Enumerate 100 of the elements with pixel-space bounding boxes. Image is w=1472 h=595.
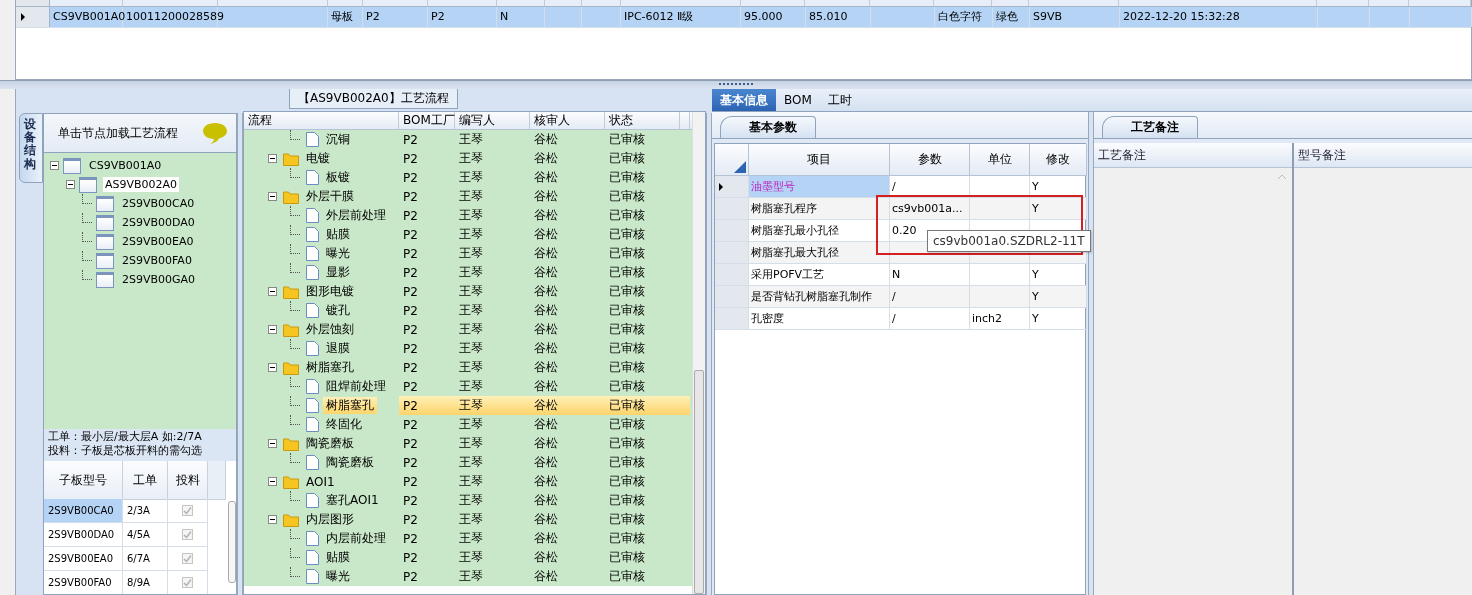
node-label[interactable]: 2S9VB00EA0	[120, 234, 196, 249]
column-header[interactable]: 项目	[749, 144, 890, 176]
node-label[interactable]: CS9VB001A0	[87, 158, 164, 173]
table-row[interactable]: 显影 P2 王琴 谷松 已审核	[244, 263, 692, 282]
table-row[interactable]: 图形电镀 P2 王琴 谷松 已审核	[244, 282, 692, 301]
table-row[interactable]: 树脂塞孔 P2 王琴 谷松 已审核	[244, 358, 692, 377]
splitter[interactable]	[237, 113, 243, 595]
tab[interactable]: 基本信息	[712, 89, 776, 111]
table-cell: 已审核	[609, 340, 645, 357]
column-header[interactable]: 工艺备注	[1094, 143, 1292, 168]
row-header[interactable]	[715, 176, 749, 198]
collapse-icon[interactable]	[268, 439, 277, 448]
table-cell: 谷松	[534, 283, 558, 300]
table-row[interactable]: 阻焊前处理 P2 王琴 谷松 已审核	[244, 377, 692, 396]
table-cell[interactable]: 树脂塞孔程序	[749, 198, 890, 220]
table-row[interactable]: 外层蚀刻 P2 王琴 谷松 已审核	[244, 320, 692, 339]
checkbox[interactable]	[182, 577, 193, 588]
column-header[interactable]: 编写人	[455, 112, 530, 129]
node-label[interactable]: 2S9VB00FA0	[120, 253, 194, 268]
splitter-grip-icon[interactable]	[719, 83, 753, 87]
table-cell: P2	[403, 474, 418, 489]
column-header[interactable]: 单位	[970, 144, 1030, 176]
collapse-icon[interactable]	[268, 477, 277, 486]
table-cell[interactable]: 是否背钻孔树脂塞孔制作	[749, 286, 890, 308]
table-row[interactable]: 退膜 P2 王琴 谷松 已审核	[244, 339, 692, 358]
node-label[interactable]: AS9VB002A0	[103, 177, 180, 192]
scroll-up-icon[interactable]	[1277, 174, 1287, 180]
table-cell: P2	[403, 398, 418, 413]
collapse-icon[interactable]	[66, 180, 75, 189]
table-cell[interactable]: 2S9VB00CA0	[44, 499, 123, 523]
table-row[interactable]: 贴膜 P2 王琴 谷松 已审核	[244, 225, 692, 244]
table-row[interactable]: 电镀 P2 王琴 谷松 已审核	[244, 149, 692, 168]
table-cell[interactable]: 树脂塞孔最大孔径	[749, 242, 890, 264]
table-row[interactable]: AOI1 P2 王琴 谷松 已审核	[244, 472, 692, 491]
node-label[interactable]: 2S9VB00CA0	[120, 196, 197, 211]
table-row[interactable]: 镀孔 P2 王琴 谷松 已审核	[244, 301, 692, 320]
column-header[interactable]: 核审人	[530, 112, 605, 129]
table-cell: P2	[366, 10, 380, 23]
column-header[interactable]: 投料	[168, 461, 208, 500]
column-header[interactable]: 工单	[123, 461, 168, 500]
table-cell[interactable]: 2S9VB00DA0	[44, 523, 123, 547]
column-header[interactable]: 流程	[244, 112, 399, 129]
row-pointer-icon	[719, 182, 723, 191]
table-row[interactable]: 塞孔AOI1 P2 王琴 谷松 已审核	[244, 491, 692, 510]
table-row[interactable]: 终固化 P2 王琴 谷松 已审核	[244, 415, 692, 434]
table-cell: 已审核	[609, 568, 645, 585]
table-cell: P2	[403, 531, 418, 546]
checkbox[interactable]	[182, 529, 193, 540]
tab[interactable]: BOM	[776, 89, 820, 111]
checkbox[interactable]	[182, 553, 193, 564]
table-row[interactable]: 外层前处理 P2 王琴 谷松 已审核	[244, 206, 692, 225]
column-header[interactable]: 修改	[1030, 144, 1087, 176]
table-row[interactable]: 内层图形 P2 王琴 谷松 已审核	[244, 510, 692, 529]
column-header[interactable]: 型号备注	[1294, 143, 1472, 168]
table-row[interactable]: 外层干膜 P2 王琴 谷松 已审核	[244, 187, 692, 206]
document-icon	[306, 379, 319, 394]
document-icon	[306, 227, 319, 242]
checkbox[interactable]	[182, 505, 193, 516]
table-row[interactable]: 树脂塞孔 P2 王琴 谷松 已审核	[244, 396, 692, 415]
collapse-icon[interactable]	[268, 325, 277, 334]
table-row[interactable]: 曝光 P2 王琴 谷松 已审核	[244, 244, 692, 263]
tab[interactable]: 工艺备注	[1102, 116, 1198, 138]
scrollbar[interactable]	[228, 501, 236, 583]
node-icon	[96, 252, 114, 269]
column-header[interactable]: 子板型号	[44, 461, 123, 500]
side-tab[interactable]: 设备结构	[19, 113, 43, 183]
collapse-icon[interactable]	[268, 363, 277, 372]
collapse-icon[interactable]	[268, 192, 277, 201]
table-cell[interactable]: 2S9VB00EA0	[44, 547, 123, 571]
collapse-icon[interactable]	[268, 287, 277, 296]
column-header[interactable]: 参数	[890, 144, 970, 176]
folder-icon	[283, 151, 299, 166]
speech-bubble-icon[interactable]	[202, 122, 228, 144]
column-header[interactable]: 状态	[605, 112, 680, 129]
splitter[interactable]	[706, 113, 712, 595]
table-cell: 谷松	[534, 359, 558, 376]
table-row[interactable]: 陶瓷磨板 P2 王琴 谷松 已审核	[244, 434, 692, 453]
splitter[interactable]	[1088, 112, 1094, 595]
table-row[interactable]: 贴膜 P2 王琴 谷松 已审核	[244, 548, 692, 567]
node-label[interactable]: 2S9VB00DA0	[120, 215, 197, 230]
table-row[interactable]: 曝光 P2 王琴 谷松 已审核	[244, 567, 692, 586]
table-cell[interactable]: 2S9VB00FA0	[44, 571, 123, 594]
collapse-icon[interactable]	[268, 515, 277, 524]
column-header[interactable]: BOM工厂	[399, 112, 455, 129]
table-cell[interactable]: 孔密度	[749, 308, 890, 330]
node-label: 树脂塞孔	[305, 359, 355, 376]
collapse-icon[interactable]	[268, 154, 277, 163]
table-cell: 谷松	[534, 492, 558, 509]
table-row[interactable]: 沉铜 P2 王琴 谷松 已审核	[244, 130, 692, 149]
folder-icon	[283, 474, 299, 489]
tab[interactable]: 工时	[819, 89, 860, 111]
node-label[interactable]: 2S9VB00GA0	[120, 272, 198, 287]
folder-icon	[283, 322, 299, 337]
table-row[interactable]: CS9VB001A010011200028589 母板 P2 P2 N IPC-6012 Ⅱ级 95.000 85.010 白色字符 绿色 S9VB 2022-12-20 15:32:28	[16, 7, 1471, 28]
table-row[interactable]: 内层前处理 P2 王琴 谷松 已审核	[244, 529, 692, 548]
table-row[interactable]: 陶瓷磨板 P2 王琴 谷松 已审核	[244, 453, 692, 472]
splitter[interactable]	[0, 80, 1472, 89]
collapse-icon[interactable]	[50, 161, 59, 170]
table-row[interactable]: 板镀 P2 王琴 谷松 已审核	[244, 168, 692, 187]
tab[interactable]: 基本参数	[720, 116, 816, 138]
